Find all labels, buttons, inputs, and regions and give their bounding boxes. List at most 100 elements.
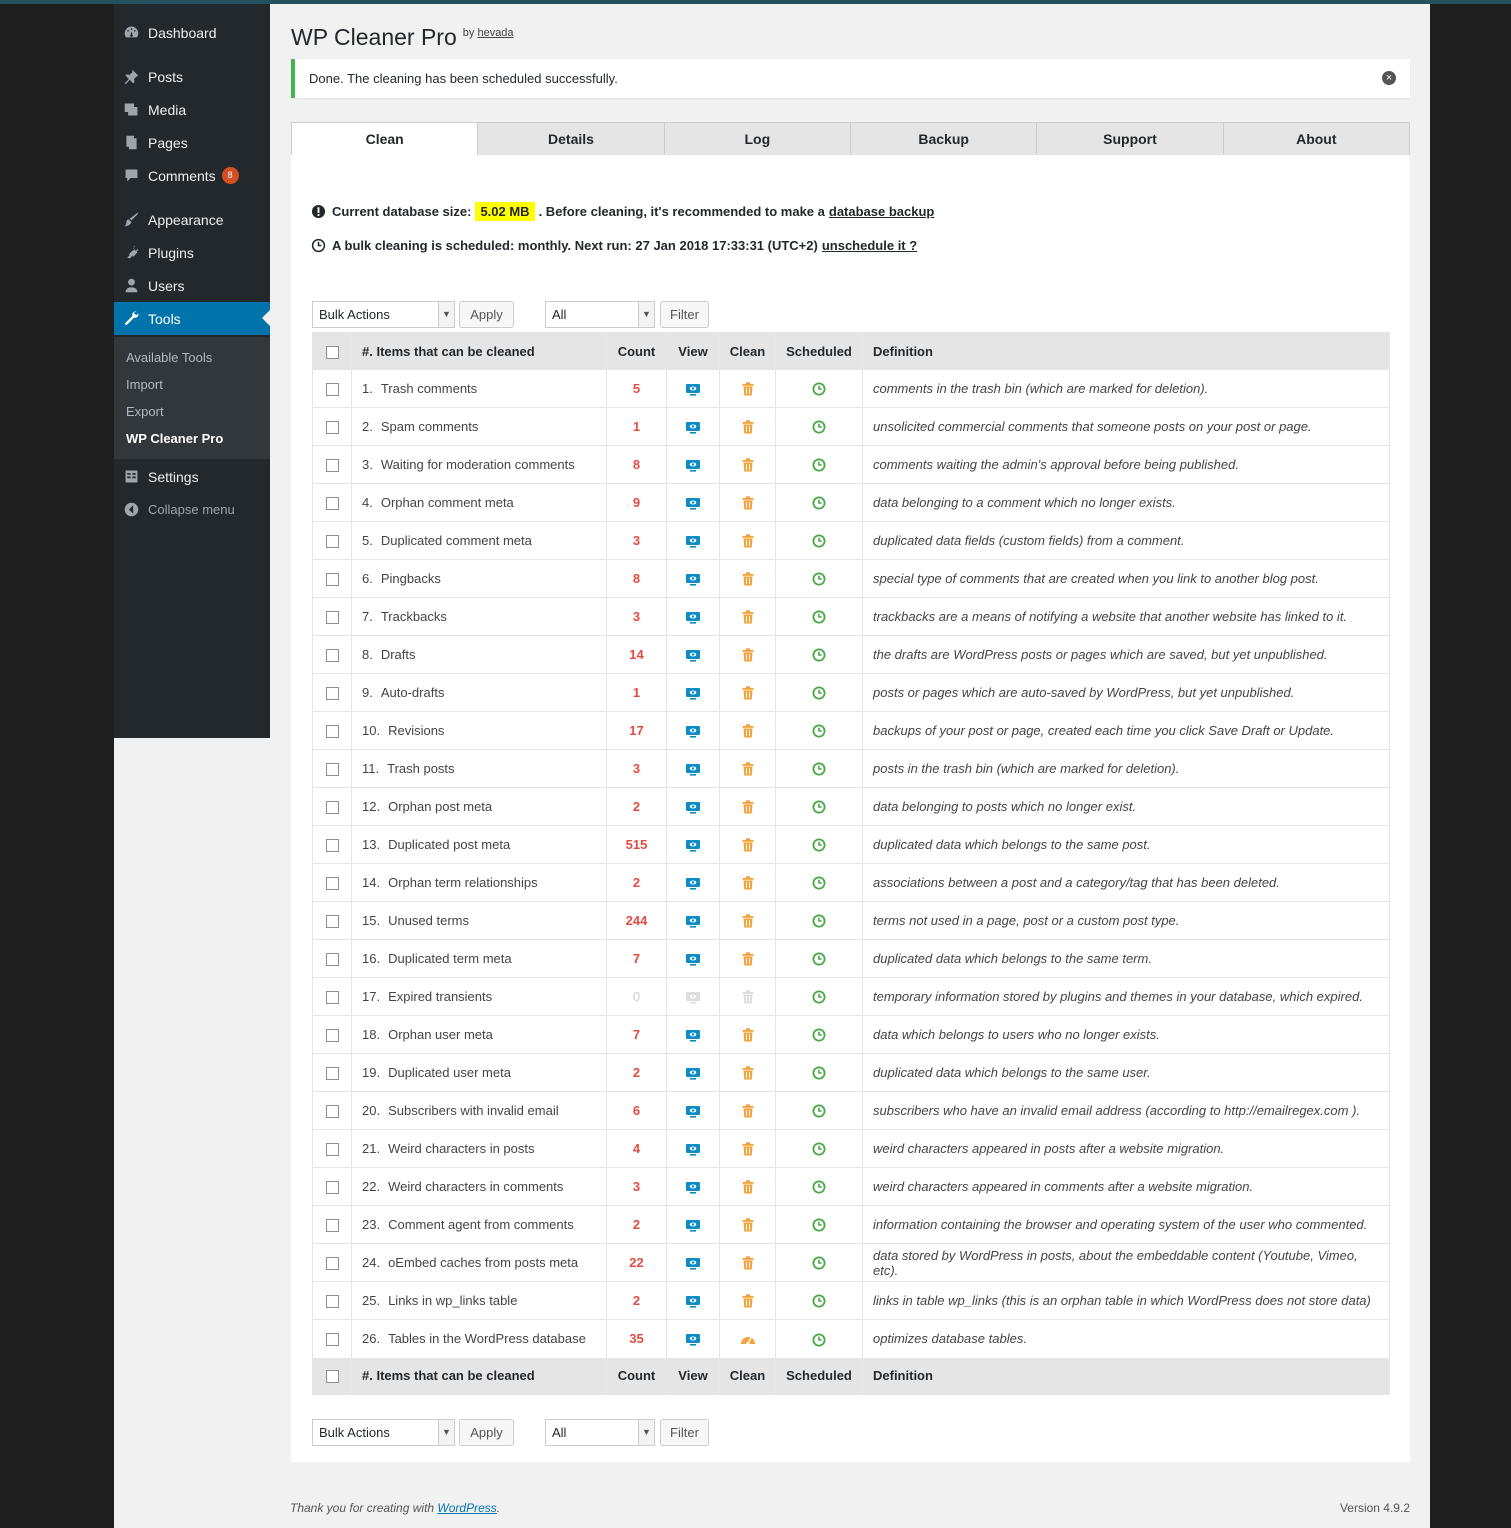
row-checkbox[interactable]: [325, 459, 339, 473]
view-icon[interactable]: [685, 1255, 701, 1270]
scheduled-clock-icon[interactable]: [812, 685, 826, 700]
trash-icon[interactable]: [742, 647, 754, 662]
view-icon[interactable]: [685, 1331, 701, 1346]
row-checkbox[interactable]: [325, 1219, 339, 1233]
scheduled-clock-icon[interactable]: [812, 457, 826, 472]
row-checkbox[interactable]: [325, 1143, 339, 1157]
view-icon[interactable]: [685, 533, 701, 548]
menu-item-media[interactable]: Media: [114, 93, 270, 126]
trash-icon[interactable]: [742, 457, 754, 472]
trash-icon[interactable]: [742, 1027, 754, 1042]
trash-icon[interactable]: [742, 837, 754, 852]
scheduled-clock-icon[interactable]: [812, 1255, 826, 1270]
view-icon[interactable]: [685, 381, 701, 396]
menu-item-tools[interactable]: Tools: [114, 302, 270, 335]
scheduled-clock-icon[interactable]: [812, 647, 826, 662]
menu-item-settings[interactable]: Settings: [114, 460, 270, 493]
view-icon[interactable]: [685, 647, 701, 662]
filter-button[interactable]: Filter: [660, 300, 709, 328]
trash-icon[interactable]: [742, 1179, 754, 1194]
row-checkbox[interactable]: [325, 839, 339, 853]
row-checkbox[interactable]: [325, 1067, 339, 1081]
scheduled-clock-icon[interactable]: [812, 1293, 826, 1308]
view-icon[interactable]: [685, 685, 701, 700]
view-icon[interactable]: [685, 609, 701, 624]
tab-log[interactable]: Log: [664, 122, 851, 156]
scheduled-clock-icon[interactable]: [812, 609, 826, 624]
view-icon[interactable]: [685, 457, 701, 472]
trash-icon[interactable]: [742, 875, 754, 890]
row-checkbox[interactable]: [325, 877, 339, 891]
row-checkbox[interactable]: [325, 383, 339, 397]
trash-icon[interactable]: [742, 1255, 754, 1270]
author-link[interactable]: hevada: [477, 27, 513, 39]
select-all-checkbox[interactable]: [325, 345, 339, 359]
scheduled-clock-icon[interactable]: [812, 1331, 826, 1347]
tab-backup[interactable]: Backup: [850, 122, 1038, 156]
view-icon[interactable]: [685, 875, 701, 890]
scheduled-clock-icon[interactable]: [812, 571, 826, 586]
apply-button[interactable]: Apply: [459, 300, 514, 328]
tab-about[interactable]: About: [1223, 122, 1410, 156]
apply-button[interactable]: Apply: [459, 1418, 514, 1446]
scheduled-clock-icon[interactable]: [812, 1179, 826, 1194]
trash-icon[interactable]: [742, 951, 754, 966]
row-checkbox[interactable]: [325, 801, 339, 815]
scheduled-clock-icon[interactable]: [812, 1027, 826, 1042]
scheduled-clock-icon[interactable]: [812, 1217, 826, 1232]
trash-icon[interactable]: [742, 571, 754, 586]
view-icon[interactable]: [685, 495, 701, 510]
tab-details[interactable]: Details: [478, 122, 665, 156]
trash-icon[interactable]: [742, 1293, 754, 1308]
row-checkbox[interactable]: [325, 1105, 339, 1119]
menu-item-comments[interactable]: Comments 8: [114, 159, 270, 192]
submenu-available-tools[interactable]: Available Tools: [126, 350, 212, 365]
view-icon[interactable]: [685, 1179, 701, 1194]
row-checkbox[interactable]: [325, 1181, 339, 1195]
trash-icon[interactable]: [742, 1103, 754, 1118]
trash-icon[interactable]: [742, 533, 754, 548]
scheduled-clock-icon[interactable]: [812, 533, 826, 548]
trash-icon[interactable]: [742, 1065, 754, 1080]
row-checkbox[interactable]: [325, 421, 339, 435]
trash-icon[interactable]: [742, 913, 754, 928]
filter-select[interactable]: All ▼: [545, 300, 655, 328]
view-icon[interactable]: [685, 761, 701, 776]
menu-item-posts[interactable]: Posts: [114, 60, 270, 93]
bulk-actions-select[interactable]: Bulk Actions ▼: [312, 300, 455, 328]
row-checkbox[interactable]: [325, 535, 339, 549]
trash-icon[interactable]: [742, 685, 754, 700]
row-checkbox[interactable]: [325, 1333, 339, 1347]
view-icon[interactable]: [685, 1065, 701, 1080]
view-icon[interactable]: [685, 913, 701, 928]
trash-icon[interactable]: [742, 1217, 754, 1232]
view-icon[interactable]: [685, 1141, 701, 1156]
row-checkbox[interactable]: [325, 953, 339, 967]
menu-item-appearance[interactable]: Appearance: [114, 203, 270, 236]
view-icon[interactable]: [685, 837, 701, 852]
dismiss-notice-icon[interactable]: ×: [1382, 71, 1396, 85]
scheduled-clock-icon[interactable]: [812, 761, 826, 776]
row-checkbox[interactable]: [325, 687, 339, 701]
scheduled-clock-icon[interactable]: [812, 837, 826, 852]
scheduled-clock-icon[interactable]: [812, 723, 826, 738]
scheduled-clock-icon[interactable]: [812, 913, 826, 928]
menu-item-dashboard[interactable]: Dashboard: [114, 16, 270, 49]
row-checkbox[interactable]: [325, 1029, 339, 1043]
scheduled-clock-icon[interactable]: [812, 951, 826, 966]
menu-item-pages[interactable]: Pages: [114, 126, 270, 159]
row-checkbox[interactable]: [325, 991, 339, 1005]
menu-item-plugins[interactable]: Plugins: [114, 236, 270, 269]
trash-icon[interactable]: [742, 723, 754, 738]
scheduled-clock-icon[interactable]: [812, 875, 826, 890]
database-backup-link[interactable]: database backup: [829, 204, 935, 219]
view-icon[interactable]: [685, 1293, 701, 1308]
submenu-import[interactable]: Import: [126, 377, 163, 392]
trash-icon[interactable]: [742, 381, 754, 396]
row-checkbox[interactable]: [325, 915, 339, 929]
optimize-gauge-icon[interactable]: [740, 1331, 756, 1346]
view-icon[interactable]: [685, 1027, 701, 1042]
submenu-wp-cleaner-pro[interactable]: WP Cleaner Pro: [126, 431, 223, 446]
scheduled-clock-icon[interactable]: [812, 1103, 826, 1118]
row-checkbox[interactable]: [325, 611, 339, 625]
